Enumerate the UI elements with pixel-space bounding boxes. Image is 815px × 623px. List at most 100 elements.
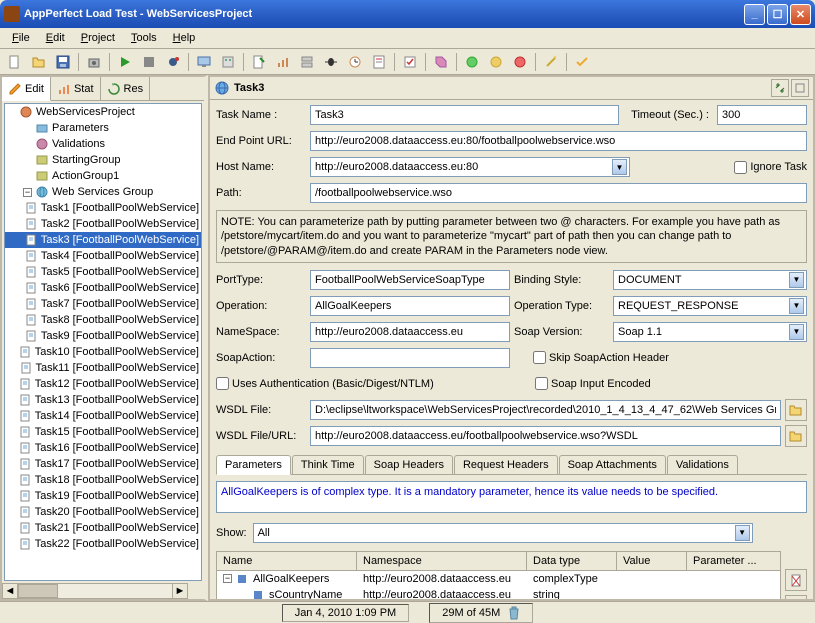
tree-item[interactable]: Task19 [FootballPoolWebService]	[5, 488, 201, 504]
project-icon[interactable]	[217, 51, 239, 73]
tree-item[interactable]: StartingGroup	[5, 152, 201, 168]
report-icon[interactable]	[368, 51, 390, 73]
tree-toggle-icon[interactable]: −	[23, 188, 32, 197]
task-name-input[interactable]	[310, 105, 619, 125]
uses-auth-checkbox[interactable]: Uses Authentication (Basic/Digest/NTLM)	[216, 377, 512, 390]
chart-icon[interactable]	[272, 51, 294, 73]
record-icon[interactable]	[162, 51, 184, 73]
tree-item[interactable]: Task1 [FootballPoolWebService]	[5, 200, 201, 216]
menu-help[interactable]: Help	[165, 30, 204, 46]
col-value[interactable]: Value	[617, 552, 687, 570]
tree-item[interactable]: Parameters	[5, 120, 201, 136]
sub-tab-request-headers[interactable]: Request Headers	[454, 455, 558, 474]
parameterize-button[interactable]: @	[785, 595, 807, 601]
tree-item[interactable]: Validations	[5, 136, 201, 152]
tree-item[interactable]: Task13 [FootballPoolWebService]	[5, 392, 201, 408]
param-row[interactable]: sCountryNamehttp://euro2008.dataaccess.e…	[217, 587, 780, 601]
wsdl-file-input[interactable]	[310, 400, 781, 420]
path-input[interactable]	[310, 183, 807, 203]
tree-toggle-icon[interactable]: −	[223, 574, 232, 583]
soap-version-combo[interactable]: Soap 1.1 ▼	[613, 322, 807, 342]
chevron-down-icon[interactable]: ▼	[789, 272, 804, 288]
porttype-input[interactable]	[310, 270, 510, 290]
timeout-input[interactable]	[717, 105, 807, 125]
ignore-task-checkbox[interactable]: Ignore Task	[734, 161, 807, 174]
sub-tab-think-time[interactable]: Think Time	[292, 455, 364, 474]
tree-item[interactable]: Task14 [FootballPoolWebService]	[5, 408, 201, 424]
chevron-down-icon[interactable]: ▼	[789, 324, 804, 340]
tree-item[interactable]: Task16 [FootballPoolWebService]	[5, 440, 201, 456]
edit-file-icon[interactable]	[248, 51, 270, 73]
status-red-icon[interactable]	[509, 51, 531, 73]
wsdl-url-input[interactable]	[310, 426, 781, 446]
hostname-combo[interactable]: http://euro2008.dataaccess.eu:80 ▼	[310, 157, 630, 177]
tree-item[interactable]: Task2 [FootballPoolWebService]	[5, 216, 201, 232]
chevron-down-icon[interactable]: ▼	[735, 525, 750, 541]
tag-icon[interactable]	[430, 51, 452, 73]
wand-icon[interactable]	[540, 51, 562, 73]
soapaction-input[interactable]	[310, 348, 510, 368]
project-tree[interactable]: WebServicesProjectParametersValidationsS…	[4, 103, 202, 581]
tree-item[interactable]: Task18 [FootballPoolWebService]	[5, 472, 201, 488]
status-yellow-icon[interactable]	[485, 51, 507, 73]
collapse-icon[interactable]	[771, 79, 789, 97]
sub-tab-validations[interactable]: Validations	[667, 455, 738, 474]
soap-input-encoded-checkbox[interactable]: Soap Input Encoded	[535, 377, 651, 390]
menu-file[interactable]: File	[4, 30, 38, 46]
tree-item[interactable]: Task10 [FootballPoolWebService]	[5, 344, 201, 360]
tab-res[interactable]: Res	[101, 77, 151, 100]
tree-item[interactable]: Task3 [FootballPoolWebService]	[5, 232, 201, 248]
sub-tab-parameters[interactable]: Parameters	[216, 455, 291, 475]
run-icon[interactable]	[114, 51, 136, 73]
minimize-button[interactable]: _	[744, 4, 765, 25]
endpoint-input[interactable]	[310, 131, 807, 151]
tree-item[interactable]: ActionGroup1	[5, 168, 201, 184]
skip-soapaction-checkbox[interactable]: Skip SoapAction Header	[533, 351, 669, 364]
close-button[interactable]: ✕	[790, 4, 811, 25]
new-icon[interactable]	[4, 51, 26, 73]
menu-tools[interactable]: Tools	[123, 30, 165, 46]
tree-item[interactable]: Task4 [FootballPoolWebService]	[5, 248, 201, 264]
tree-item[interactable]: Task11 [FootballPoolWebService]	[5, 360, 201, 376]
menu-edit[interactable]: Edit	[38, 30, 73, 46]
tree-item[interactable]: Task8 [FootballPoolWebService]	[5, 312, 201, 328]
trash-icon[interactable]	[508, 606, 520, 620]
col-parameter[interactable]: Parameter ...	[687, 552, 780, 570]
check-icon[interactable]	[571, 51, 593, 73]
sub-tab-soap-attachments[interactable]: Soap Attachments	[559, 455, 666, 474]
tree-item[interactable]: Task22 [FootballPoolWebService]	[5, 536, 201, 552]
chevron-down-icon[interactable]: ▼	[612, 159, 627, 175]
tab-stat[interactable]: Stat	[51, 77, 101, 100]
tree-item[interactable]: Task21 [FootballPoolWebService]	[5, 520, 201, 536]
tree-item[interactable]: −Web Services Group	[5, 184, 201, 200]
maximize-button[interactable]: ☐	[767, 4, 788, 25]
monitor-icon[interactable]	[193, 51, 215, 73]
tree-item[interactable]: Task20 [FootballPoolWebService]	[5, 504, 201, 520]
tree-item[interactable]: Task17 [FootballPoolWebService]	[5, 456, 201, 472]
operation-type-combo[interactable]: REQUEST_RESPONSE ▼	[613, 296, 807, 316]
tree-item[interactable]: Task15 [FootballPoolWebService]	[5, 424, 201, 440]
expand-icon[interactable]	[791, 79, 809, 97]
tree-item[interactable]: Task12 [FootballPoolWebService]	[5, 376, 201, 392]
delete-param-button[interactable]	[785, 569, 807, 591]
clock-icon[interactable]	[344, 51, 366, 73]
binding-style-combo[interactable]: DOCUMENT ▼	[613, 270, 807, 290]
tree-item[interactable]: WebServicesProject	[5, 104, 201, 120]
namespace-input[interactable]	[310, 322, 510, 342]
col-namespace[interactable]: Namespace	[357, 552, 527, 570]
sub-tab-soap-headers[interactable]: Soap Headers	[365, 455, 453, 474]
tree-item[interactable]: Task6 [FootballPoolWebService]	[5, 280, 201, 296]
operation-input[interactable]	[310, 296, 510, 316]
menu-project[interactable]: Project	[73, 30, 123, 46]
col-name[interactable]: Name	[217, 552, 357, 570]
validate-icon[interactable]	[399, 51, 421, 73]
chevron-down-icon[interactable]: ▼	[789, 298, 804, 314]
browse-wsdl-file-button[interactable]	[785, 399, 807, 421]
bug-icon[interactable]	[320, 51, 342, 73]
col-datatype[interactable]: Data type	[527, 552, 617, 570]
browse-wsdl-url-button[interactable]	[785, 425, 807, 447]
param-row[interactable]: −AllGoalKeepershttp://euro2008.dataacces…	[217, 571, 780, 587]
tree-item[interactable]: Task5 [FootballPoolWebService]	[5, 264, 201, 280]
open-icon[interactable]	[28, 51, 50, 73]
parameter-table[interactable]: Name Namespace Data type Value Parameter…	[216, 551, 781, 601]
